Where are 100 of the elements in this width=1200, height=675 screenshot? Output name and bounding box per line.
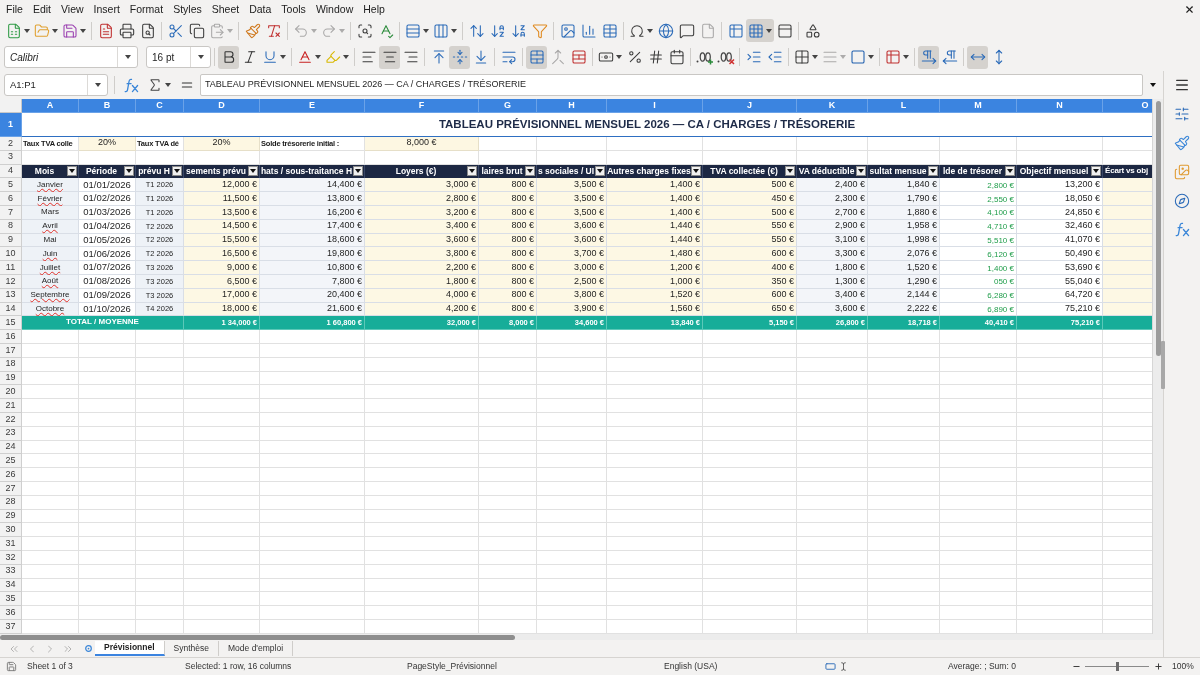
column-header[interactable]: C [136,99,184,113]
menu-item[interactable]: Sheet [206,0,245,18]
column-header[interactable]: O [1103,99,1152,113]
spreadsheet-cell: 2,550 € [940,192,1017,206]
spreadsheet-cell: 1,840 € [868,178,940,193]
magnifier-icon [356,22,373,39]
filter-button[interactable] [856,166,866,177]
menu-item[interactable]: Insert [88,0,125,18]
vertical-scrollbar[interactable] [1152,99,1163,634]
spreadsheet-cell: 20% [79,137,136,151]
sheet-tab[interactable]: Prévisionnel [95,641,165,656]
left-to-right-button[interactable] [918,45,939,69]
spreadsheet-cell: 9,000 € [184,261,260,275]
row-header[interactable]: 21 [0,399,22,413]
menu-item[interactable]: Edit [27,0,56,18]
column-header[interactable]: D [184,99,260,113]
filter-button[interactable] [124,166,134,177]
zoom-in-button[interactable] [1152,660,1164,673]
caret-icon [24,28,30,33]
row-header[interactable]: 31 [0,537,22,551]
circle-icon [84,645,92,652]
table-icon [601,22,618,39]
column-header[interactable]: M [940,99,1017,113]
scroll-thumb[interactable] [1155,101,1161,356]
slider-thumb[interactable] [1115,662,1119,671]
caret-icon [80,28,86,33]
zoom-slider[interactable] [1085,662,1149,671]
align-center-button[interactable] [379,45,400,69]
row-header[interactable]: 5 [0,178,22,193]
sidebar-handle[interactable] [1161,341,1165,389]
column-header[interactable]: L [868,99,940,113]
row-header[interactable]: 2 [0,137,22,151]
horizontal-scrollbar[interactable] [0,634,1163,640]
row-header[interactable]: 15 [0,316,22,331]
font-name-field[interactable]: Calibri [4,46,138,68]
filter-button[interactable] [467,166,477,177]
row-header[interactable]: 25 [0,454,22,469]
filter-button[interactable] [353,166,363,177]
column-header[interactable]: F [365,99,479,113]
align-middle-button[interactable] [449,45,470,69]
column-header[interactable]: G [479,99,537,113]
column-header[interactable]: N [1017,99,1103,113]
lines-icon [822,49,838,65]
column-heading: sements prévu [185,165,247,178]
menu-item[interactable]: Styles [168,0,207,18]
menu-item[interactable]: Tools [276,0,311,18]
spreadsheet-cell: 2,300 € [797,192,868,206]
column-header[interactable]: B [79,99,136,113]
text-horizontal-button[interactable] [967,45,988,69]
freeze-button[interactable] [746,19,774,42]
column-header[interactable]: I [607,99,703,113]
column-heading: hats / sous-traitance H [260,165,353,178]
column-header[interactable]: E [260,99,365,113]
row-header[interactable]: 1 [0,113,22,137]
row-header[interactable]: 35 [0,592,22,607]
font-size-field[interactable]: 16 pt [146,46,211,68]
bar-chart-icon [580,22,597,39]
row-header[interactable]: 10 [0,247,22,262]
spreadsheet-cell: 1,400 € [940,261,1017,275]
scroll-thumb[interactable] [0,634,515,640]
row-header[interactable]: 20 [0,385,22,400]
row-header[interactable]: 26 [0,468,22,482]
menu-item[interactable]: File [1,0,28,18]
document-magnifier-icon [139,22,156,39]
row-header[interactable]: 16 [0,330,22,344]
filter-button[interactable] [928,166,938,177]
spreadsheet-cell: 11,500 € [184,192,260,206]
menu-item[interactable]: Window [310,0,359,18]
filter-button[interactable] [172,166,182,177]
name-box[interactable]: A1:P1 [4,74,108,96]
rows-icon [405,22,421,39]
menu-item[interactable]: Format [124,0,169,18]
row-header[interactable]: 36 [0,606,22,620]
filter-button[interactable] [595,166,605,177]
filter-button[interactable] [1005,166,1015,177]
rectangle-icon [824,661,837,672]
merge-center-button[interactable] [526,45,547,69]
filter-button[interactable] [785,166,795,177]
row-header[interactable]: 11 [0,261,22,275]
menu-item[interactable]: Help [358,0,390,18]
filter-button[interactable] [1091,166,1101,177]
bold-button[interactable] [218,45,239,69]
row-header[interactable]: 30 [0,523,22,538]
spreadsheet-cell: 2,800 € [365,192,479,206]
sheet-tab[interactable]: Mode d'emploi [219,641,294,656]
caret-icon [423,28,429,33]
filter-button[interactable] [248,166,258,177]
column-header[interactable]: J [703,99,797,113]
column-header[interactable]: H [537,99,607,113]
filter-button[interactable] [525,166,535,177]
column-header[interactable]: A [22,99,79,113]
column-header[interactable]: K [797,99,868,113]
row-header[interactable]: 6 [0,192,22,206]
menu-item[interactable]: View [56,0,89,18]
menu-item[interactable]: Data [244,0,277,18]
formula-input[interactable]: TABLEAU PRÉVISIONNEL MENSUEL 2026 — CA / CHARGES / TRÉSORERIE [200,74,1143,96]
sheet-tab[interactable]: Synthèse [164,641,219,656]
filter-button[interactable] [691,166,701,177]
column-heading: Écart vs obj [1104,165,1149,178]
filter-button[interactable] [67,166,77,177]
